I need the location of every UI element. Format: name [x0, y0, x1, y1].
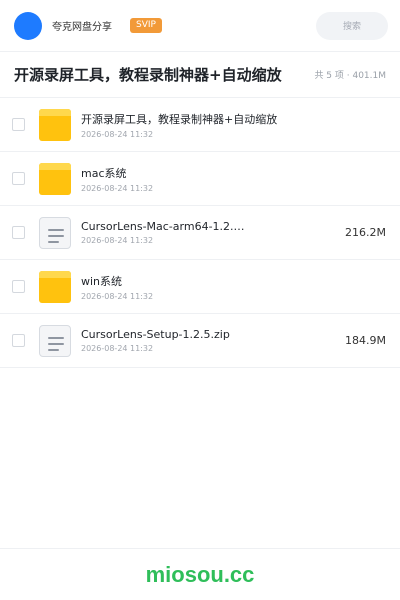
- item-name[interactable]: mac系统: [81, 165, 321, 181]
- select-checkbox[interactable]: [12, 118, 25, 131]
- folder-titlebar: 开源录屏工具，教程录制神器+自动缩放 共 5 项 · 401.1M: [0, 52, 400, 98]
- select-checkbox[interactable]: [12, 334, 25, 347]
- item-date: 2026-08-24 11:32: [81, 183, 154, 193]
- app-brand-label: 夸克网盘分享: [52, 22, 112, 33]
- footer-brand-link[interactable]: miosou.cc: [146, 562, 255, 588]
- item-info: CursorLens-Mac-arm64-1.2.… 2026-08-24 11…: [81, 220, 337, 245]
- item-info: mac系统 2026-08-24 11:32: [81, 165, 386, 193]
- select-checkbox[interactable]: [12, 280, 25, 293]
- item-date: 2026-08-24 11:32: [81, 344, 154, 353]
- list-item[interactable]: win系统 2026-08-24 11:32: [0, 260, 400, 314]
- file-icon: [39, 324, 71, 357]
- item-size: 184.9M: [345, 334, 386, 347]
- file-icon: [39, 216, 71, 249]
- page-title: 开源录屏工具，教程录制神器+自动缩放: [14, 66, 282, 84]
- folder-icon: [39, 108, 71, 141]
- search-input[interactable]: 搜索: [316, 11, 388, 40]
- item-name[interactable]: win系统: [81, 273, 321, 289]
- item-info: win系统 2026-08-24 11:32: [81, 273, 386, 301]
- list-item[interactable]: CursorLens-Setup-1.2.5.zip 2026-08-24 11…: [0, 314, 400, 368]
- item-info: 开源录屏工具，教程录制神器+自动缩放 2026-08-24 11:32: [81, 111, 386, 139]
- list-item[interactable]: mac系统 2026-08-24 11:32: [0, 152, 400, 206]
- item-size: 216.2M: [345, 226, 386, 239]
- item-name[interactable]: 开源录屏工具，教程录制神器+自动缩放: [81, 111, 321, 127]
- folder-icon: [39, 270, 71, 303]
- app-header: 夸克网盘分享 SVIP 搜索: [0, 0, 400, 52]
- item-date: 2026-08-24 11:32: [81, 129, 154, 139]
- item-name[interactable]: CursorLens-Mac-arm64-1.2.…: [81, 220, 321, 233]
- file-list: 开源录屏工具，教程录制神器+自动缩放 2026-08-24 11:32 mac系…: [0, 98, 400, 368]
- svip-badge[interactable]: SVIP: [130, 18, 162, 33]
- list-item[interactable]: 开源录屏工具，教程录制神器+自动缩放 2026-08-24 11:32: [0, 98, 400, 152]
- folder-meta: 共 5 项 · 401.1M: [314, 71, 386, 81]
- list-item[interactable]: CursorLens-Mac-arm64-1.2.… 2026-08-24 11…: [0, 206, 400, 260]
- item-name[interactable]: CursorLens-Setup-1.2.5.zip: [81, 328, 321, 341]
- folder-icon: [39, 162, 71, 195]
- select-checkbox[interactable]: [12, 226, 25, 239]
- avatar[interactable]: [14, 11, 42, 40]
- item-date: 2026-08-24 11:32: [81, 291, 154, 301]
- footer: miosou.cc: [0, 548, 400, 600]
- item-info: CursorLens-Setup-1.2.5.zip 2026-08-24 11…: [81, 328, 337, 353]
- item-date: 2026-08-24 11:32: [81, 236, 154, 245]
- select-checkbox[interactable]: [12, 172, 25, 185]
